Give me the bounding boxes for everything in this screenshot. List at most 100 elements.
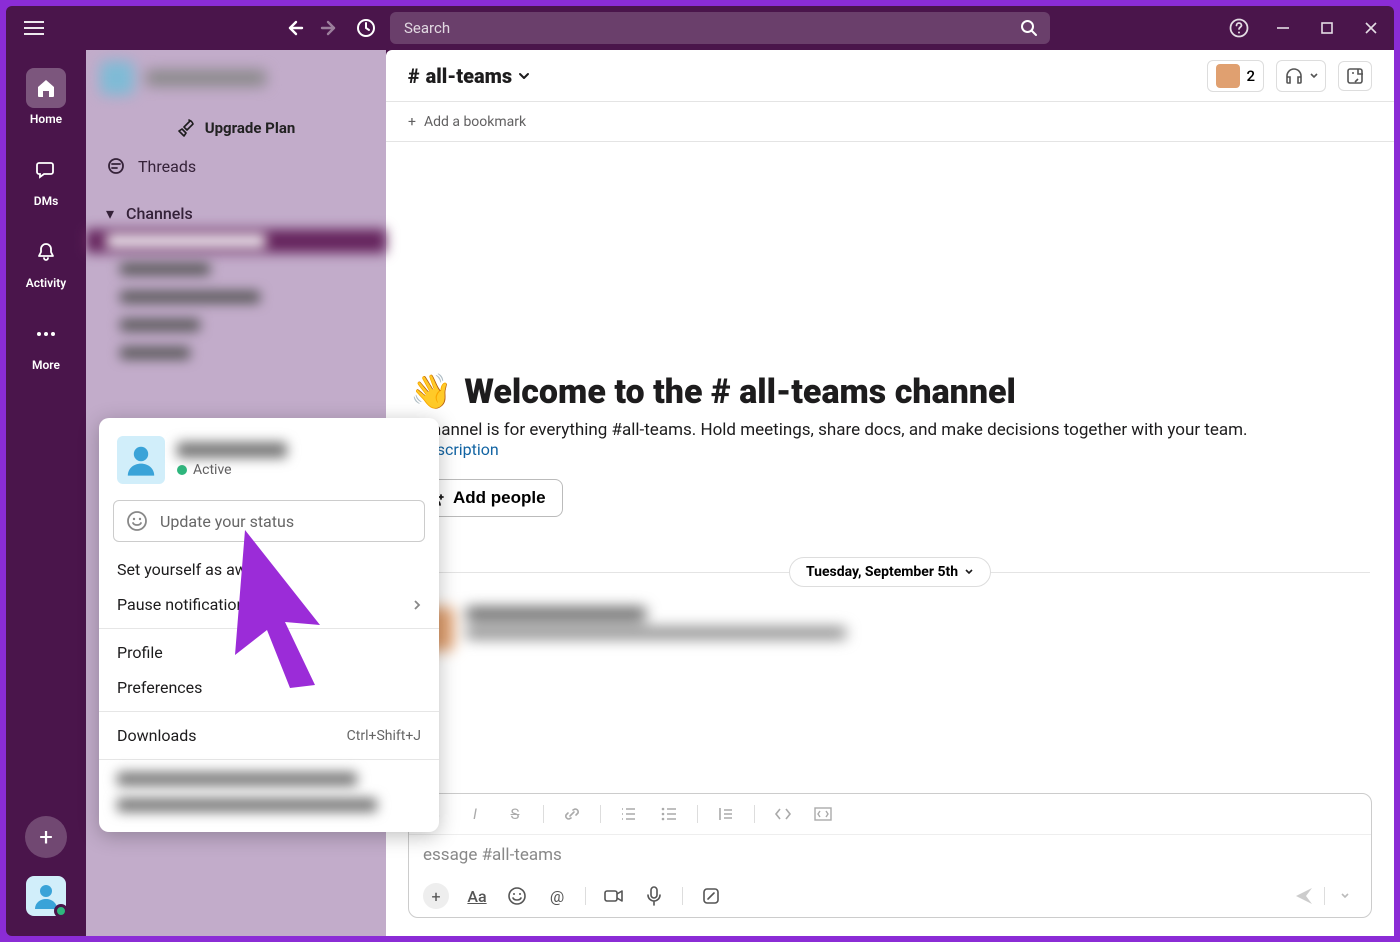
maximize-button[interactable] xyxy=(1316,17,1338,39)
threads-icon xyxy=(106,156,126,176)
code-button[interactable] xyxy=(771,802,795,826)
forward-button[interactable] xyxy=(316,14,344,42)
dms-icon xyxy=(26,150,66,190)
minimize-button[interactable] xyxy=(1272,17,1294,39)
nav-home[interactable]: Home xyxy=(26,68,66,126)
popup-presence: Active xyxy=(177,462,287,478)
menu-divider xyxy=(99,711,439,712)
codeblock-button[interactable] xyxy=(811,802,835,826)
message-row[interactable] xyxy=(410,607,1370,651)
separator xyxy=(697,805,698,823)
ordered-list-button[interactable] xyxy=(617,802,641,826)
channel-item[interactable] xyxy=(86,341,386,365)
channel-item[interactable] xyxy=(86,229,386,253)
upgrade-label: Upgrade Plan xyxy=(205,119,296,137)
create-new-button[interactable]: + xyxy=(25,816,67,858)
set-away-item[interactable]: Set yourself as away xyxy=(99,552,439,587)
date-divider-button[interactable]: Tuesday, September 5th xyxy=(789,557,991,587)
status-placeholder: Update your status xyxy=(160,512,294,531)
add-bookmark-button[interactable]: + Add a bookmark xyxy=(386,102,1394,142)
separator xyxy=(600,805,601,823)
search-placeholder: Search xyxy=(404,19,450,37)
nav-more[interactable]: More xyxy=(26,314,66,372)
edit-description-link[interactable]: t description xyxy=(410,440,1370,459)
attach-button[interactable]: + xyxy=(423,883,449,909)
italic-button[interactable]: I xyxy=(463,802,487,826)
bullet-list-button[interactable] xyxy=(657,802,681,826)
menu-item-blurred[interactable] xyxy=(99,792,439,818)
channel-name: all-teams xyxy=(426,64,513,88)
more-icon xyxy=(26,314,66,354)
channel-item[interactable] xyxy=(86,257,386,281)
upgrade-plan-button[interactable]: Upgrade Plan xyxy=(86,106,386,150)
headphones-icon xyxy=(1283,65,1305,87)
separator xyxy=(1324,887,1325,905)
user-menu-popup: Active Update your status Set yourself a… xyxy=(99,418,439,832)
audio-button[interactable] xyxy=(642,884,666,908)
chevron-down-icon xyxy=(964,567,974,577)
nav-activity[interactable]: Activity xyxy=(26,232,67,290)
channels-section-header[interactable]: ▾ Channels xyxy=(86,198,386,229)
welcome-prefix: Welcome to the # xyxy=(464,372,739,412)
chevron-down-icon xyxy=(518,70,530,82)
presence-dot-icon xyxy=(177,465,187,475)
send-options-button[interactable] xyxy=(1333,884,1357,908)
profile-item[interactable]: Profile xyxy=(99,635,439,670)
channel-item[interactable] xyxy=(86,285,386,309)
shortcuts-button[interactable] xyxy=(699,884,723,908)
composer-textarea[interactable]: essage #all-teams xyxy=(409,835,1371,875)
preferences-item[interactable]: Preferences xyxy=(99,670,439,705)
update-status-input[interactable]: Update your status xyxy=(113,500,425,542)
close-button[interactable] xyxy=(1360,17,1382,39)
nav-dms[interactable]: DMs xyxy=(26,150,66,208)
help-button[interactable] xyxy=(1228,17,1250,39)
home-icon xyxy=(26,68,66,108)
workspace-logo xyxy=(100,61,134,95)
wave-emoji-icon: 👋 xyxy=(410,372,452,412)
nav-home-label: Home xyxy=(30,112,62,126)
rocket-icon xyxy=(177,118,197,138)
link-button[interactable] xyxy=(560,802,584,826)
person-icon xyxy=(123,442,159,478)
back-button[interactable] xyxy=(280,14,308,42)
workspace-name xyxy=(146,70,266,86)
plus-icon: + xyxy=(408,114,416,130)
presence-indicator xyxy=(54,904,68,918)
welcome-title: 👋 Welcome to the # all-teams channel xyxy=(410,372,1370,412)
activity-icon xyxy=(26,232,66,272)
downloads-shortcut: Ctrl+Shift+J xyxy=(347,728,421,744)
pause-notif-label: Pause notifications xyxy=(117,595,254,614)
set-away-label: Set yourself as away xyxy=(117,560,263,579)
workspace-header[interactable] xyxy=(86,50,386,106)
send-button[interactable] xyxy=(1292,884,1316,908)
mention-button[interactable]: @ xyxy=(545,884,569,908)
bookmark-label: Add a bookmark xyxy=(424,114,526,130)
emoji-button[interactable] xyxy=(505,884,529,908)
huddle-button[interactable] xyxy=(1276,60,1326,92)
menu-item-blurred[interactable] xyxy=(99,766,439,792)
downloads-item[interactable]: Downloads Ctrl+Shift+J xyxy=(99,718,439,753)
member-avatar-icon xyxy=(1216,64,1240,88)
nav-dms-label: DMs xyxy=(34,194,59,208)
channel-title-button[interactable]: # all-teams xyxy=(408,64,530,88)
message-composer[interactable]: B I S xyxy=(408,793,1372,918)
threads-item[interactable]: Threads xyxy=(86,150,386,182)
blockquote-button[interactable] xyxy=(714,802,738,826)
history-button[interactable] xyxy=(352,14,380,42)
composer-placeholder: essage #all-teams xyxy=(423,845,562,865)
pause-notifications-item[interactable]: Pause notifications xyxy=(99,587,439,622)
video-button[interactable] xyxy=(602,884,626,908)
strikethrough-button[interactable]: S xyxy=(503,802,527,826)
downloads-label: Downloads xyxy=(117,726,196,745)
caret-down-icon: ▾ xyxy=(106,204,114,223)
separator xyxy=(543,805,544,823)
search-input[interactable]: Search xyxy=(390,12,1050,44)
format-button[interactable]: Aa xyxy=(465,884,489,908)
canvas-button[interactable] xyxy=(1338,61,1372,91)
user-avatar[interactable] xyxy=(26,876,66,916)
hamburger-menu[interactable] xyxy=(18,12,50,44)
channel-item[interactable] xyxy=(86,313,386,337)
message-text xyxy=(466,627,846,639)
members-button[interactable]: 2 xyxy=(1207,60,1264,92)
separator xyxy=(682,887,683,905)
